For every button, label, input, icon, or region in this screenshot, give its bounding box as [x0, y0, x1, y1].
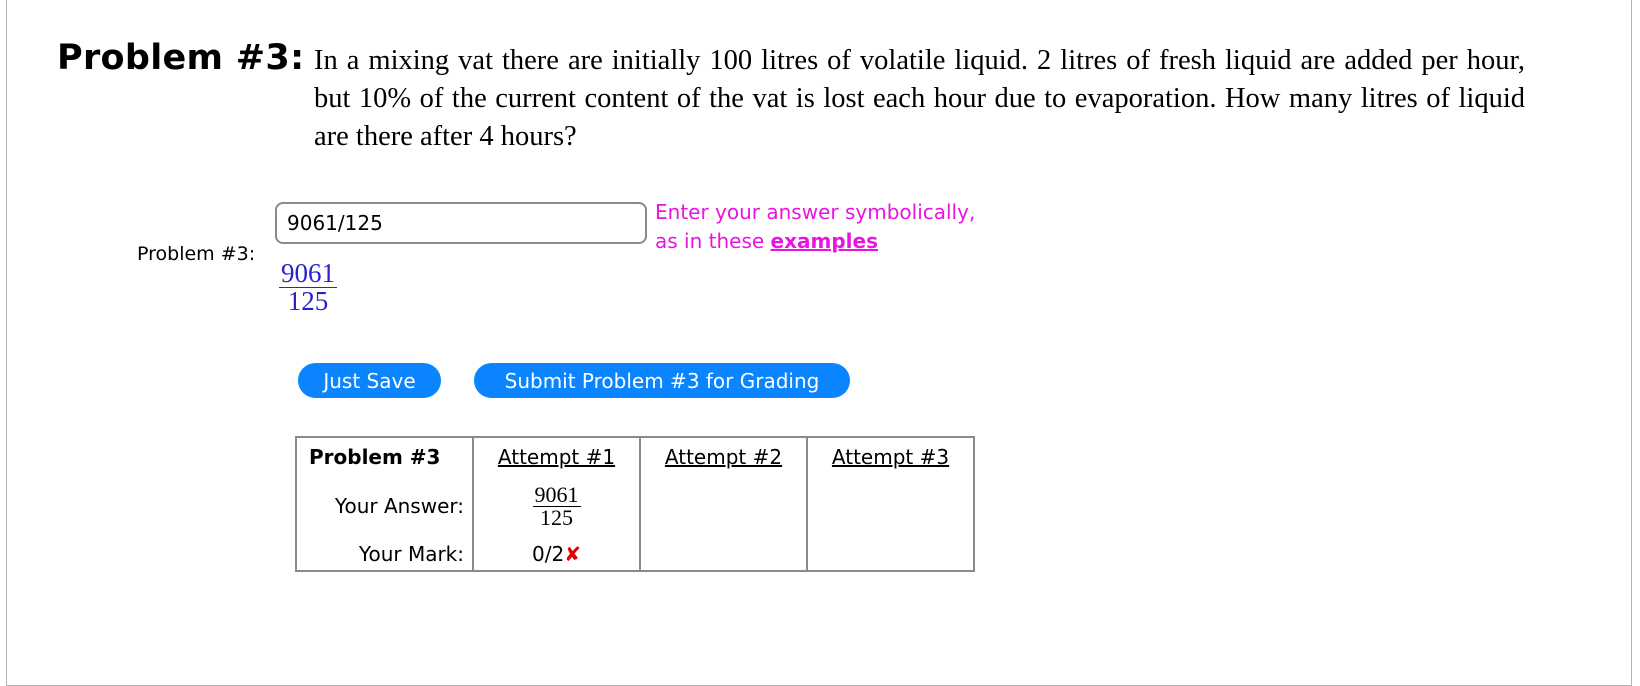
table-header-attempt-3: Attempt #3: [807, 437, 975, 475]
attempt-2-mark: [640, 537, 808, 571]
problem-title: Problem #3:: [57, 38, 305, 78]
attempt-1-fraction: 9061 125: [532, 482, 581, 530]
answer-hint: Enter your answer symbolically, as in th…: [655, 198, 975, 256]
table-header-row: Problem #3 Attempt #1 Attempt #2 Attempt…: [296, 437, 975, 475]
hint-line-2: as in these examples: [655, 227, 975, 256]
cross-icon: ✘: [564, 541, 581, 566]
just-save-button[interactable]: Just Save: [298, 363, 441, 398]
table-row-mark: Your Mark: 0/2✘: [296, 537, 975, 571]
preview-fraction: 9061 125: [279, 260, 337, 315]
attempt-2-answer: [640, 475, 808, 537]
attempt-1-numerator: 9061: [532, 482, 581, 507]
attempt-1-answer: 9061 125: [473, 475, 641, 537]
table-row-answer: Your Answer: 9061 125: [296, 475, 975, 537]
attempts-table: Problem #3 Attempt #1 Attempt #2 Attempt…: [295, 436, 975, 572]
hint-line-1: Enter your answer symbolically,: [655, 200, 976, 224]
attempt-1-mark: 0/2✘: [473, 537, 641, 571]
table-header-problem: Problem #3: [296, 437, 474, 475]
hint-prefix: as in these: [655, 229, 771, 253]
attempt-1-denominator: 125: [540, 505, 573, 530]
answer-preview: 9061 125: [279, 258, 337, 315]
your-answer-label: Your Answer:: [296, 475, 474, 537]
attempt-1-mark-value: 0/2: [532, 541, 565, 566]
examples-link[interactable]: examples: [771, 229, 878, 253]
submit-for-grading-button[interactable]: Submit Problem #3 for Grading: [474, 363, 850, 398]
your-mark-label: Your Mark:: [296, 537, 474, 571]
preview-denominator: 125: [287, 286, 329, 316]
table-header-attempt-1: Attempt #1: [473, 437, 641, 475]
answer-label: Problem #3:: [137, 243, 256, 265]
preview-numerator: 9061: [279, 258, 337, 288]
table-header-attempt-2: Attempt #2: [640, 437, 808, 475]
answer-input[interactable]: [275, 202, 647, 244]
problem-statement: In a mixing vat there are initially 100 …: [314, 45, 1525, 152]
attempt-3-answer: [807, 475, 975, 537]
attempt-3-mark: [807, 537, 975, 571]
